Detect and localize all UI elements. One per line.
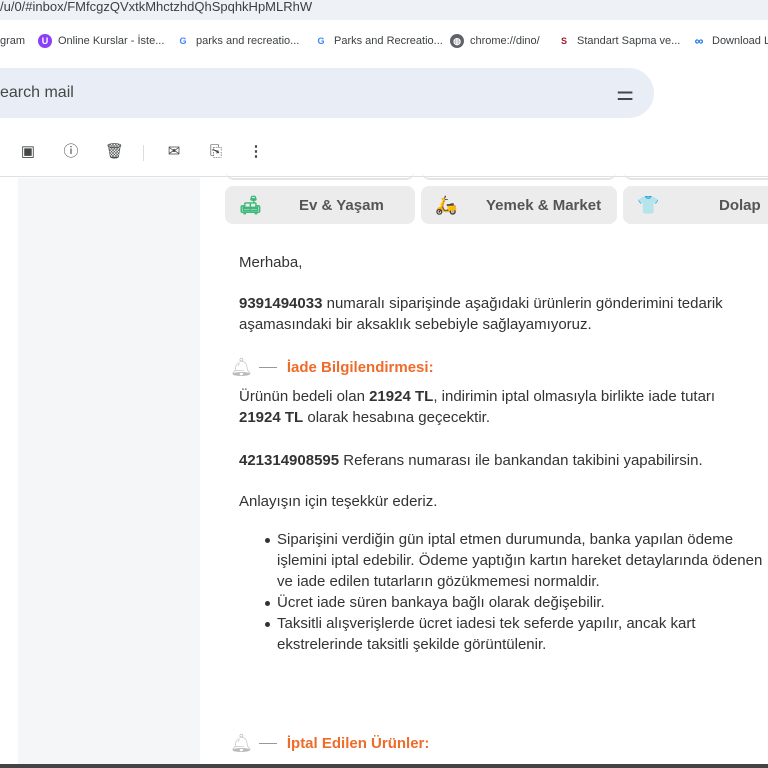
text: Referans numarası ile bankandan takibini… bbox=[339, 452, 703, 469]
bookmark-label: Parks and Recreatio... bbox=[334, 35, 443, 47]
refund-heading: 🔔︎ İade Bilgilendirmesi: bbox=[230, 357, 434, 378]
bookmark-item[interactable]: ◍ chrome://dino/ bbox=[450, 34, 540, 48]
address-bar[interactable]: /u/0/#inbox/FMfcgzQVxtkMhctzhdQhSpqhkHpM… bbox=[0, 0, 768, 20]
category-yemek-market[interactable]: 🛵 Yemek & Market bbox=[421, 186, 617, 224]
dash bbox=[258, 743, 277, 744]
order-paragraph: 9391494033 numaralı siparişinde aşağıdak… bbox=[239, 293, 759, 335]
google-icon: G bbox=[179, 36, 187, 46]
order-number: 9391494033 bbox=[239, 295, 323, 312]
bookmark-item[interactable]: S Standart Sapma ve... bbox=[557, 34, 680, 48]
left-panel bbox=[18, 178, 200, 768]
search-mail-input[interactable]: earch mail ⚌ bbox=[0, 68, 654, 118]
bookmark-label: chrome://dino/ bbox=[470, 35, 540, 47]
category-label: Yemek & Market bbox=[486, 196, 602, 214]
move-to-icon[interactable]: ⎘ bbox=[207, 143, 225, 161]
bookmark-label: Standart Sapma ve... bbox=[577, 35, 681, 47]
meta-icon: ∞ bbox=[694, 34, 704, 48]
bookmark-label: Online Kurslar - İste... bbox=[58, 35, 165, 47]
armchair-icon: 🛋 bbox=[239, 194, 262, 215]
reference-paragraph: 421314908595 Referans numarası ile banka… bbox=[239, 450, 703, 471]
bookmark-label: Download L bbox=[712, 35, 768, 47]
cancelled-heading-text: İptal Edilen Ürünler: bbox=[286, 735, 430, 752]
delete-icon[interactable]: 🗑 bbox=[105, 143, 124, 161]
text: , indirimin iptal olmasıyla birlikte iad… bbox=[433, 388, 716, 405]
category-tile-top bbox=[624, 172, 768, 180]
category-ev-yasam[interactable]: 🛋 Ev & Yaşam bbox=[225, 186, 415, 224]
bookmarks-bar: gram U Online Kurslar - İste... Gparks an… bbox=[0, 28, 768, 54]
bookmark-item[interactable]: Gparks and recreatio... bbox=[176, 34, 299, 48]
list-item: Siparişini verdiğin gün iptal etmen duru… bbox=[265, 529, 768, 592]
archive-icon[interactable]: ▣ bbox=[19, 143, 37, 161]
amount: 21924 TL bbox=[239, 409, 304, 426]
mark-unread-icon[interactable]: ✉ bbox=[165, 143, 183, 161]
refund-paragraph: Ürünün bedeli olan 21924 TL, indirimin i… bbox=[239, 386, 759, 428]
text: olarak hesabına geçecektir. bbox=[303, 409, 491, 426]
globe-icon: ◍ bbox=[450, 34, 464, 48]
tshirt-icon: 👕 bbox=[637, 194, 660, 215]
toolbar-divider bbox=[143, 145, 144, 161]
bookmark-label: gram bbox=[0, 35, 26, 47]
category-label: Dolap bbox=[719, 196, 761, 214]
url-text: /u/0/#inbox/FMfcgzQVxtkMhctzhdQhSpqhkHpM… bbox=[0, 0, 313, 14]
delivery-scooter-icon: 🛵 bbox=[435, 194, 458, 215]
bookmark-label: parks and recreatio... bbox=[196, 35, 300, 47]
search-options-icon[interactable]: ⚌ bbox=[616, 81, 634, 106]
google-icon: G bbox=[317, 36, 325, 46]
category-label: Ev & Yaşam bbox=[299, 196, 384, 214]
list-item: Ücret iade süren bankaya bağlı olarak de… bbox=[265, 592, 768, 613]
category-tile-top bbox=[422, 172, 616, 180]
category-dolap[interactable]: 👕 Dolap bbox=[623, 186, 768, 224]
info-list: Siparişini verdiğin gün iptal etmen duru… bbox=[265, 529, 768, 655]
stat-icon: S bbox=[560, 36, 567, 46]
cancelled-heading: 🔔︎ İptal Edilen Ürünler: bbox=[230, 733, 429, 754]
thanks: Anlayışın için teşekkür ederiz. bbox=[239, 493, 438, 510]
greeting: Merhaba, bbox=[239, 254, 303, 271]
taskbar-edge bbox=[0, 764, 768, 768]
text: Ürünün bedeli olan bbox=[239, 388, 370, 405]
bookmark-item[interactable]: G Parks and Recreatio... bbox=[314, 34, 443, 48]
reference-number: 421314908595 bbox=[239, 452, 340, 469]
bag-icon: 🔔︎ bbox=[230, 733, 253, 753]
bookmark-item[interactable]: ∞ Download L bbox=[692, 34, 768, 48]
bookmark-item[interactable]: gram bbox=[0, 35, 25, 47]
list-item: Taksitli alışverişlerde ücret iadesi tek… bbox=[265, 613, 747, 655]
dash bbox=[258, 367, 277, 368]
search-placeholder: earch mail bbox=[0, 84, 74, 101]
refund-heading-text: İade Bilgilendirmesi: bbox=[286, 359, 434, 376]
category-tile-top bbox=[226, 172, 414, 180]
more-icon[interactable]: ⋮ bbox=[247, 143, 265, 161]
amount: 21924 TL bbox=[369, 388, 434, 405]
report-spam-icon[interactable]: ⓘ bbox=[62, 143, 80, 161]
bookmark-item[interactable]: U Online Kurslar - İste... bbox=[38, 34, 164, 48]
udemy-icon: U bbox=[38, 34, 52, 48]
bell-icon: 🔔︎ bbox=[230, 357, 253, 377]
